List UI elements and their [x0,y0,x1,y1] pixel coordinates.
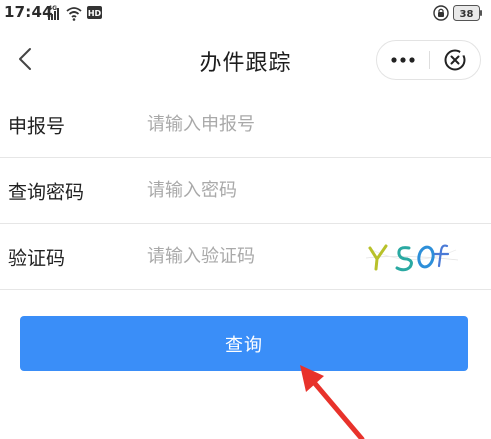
form-row-application-number: 申报号 [0,92,491,158]
captcha-image[interactable] [362,234,462,280]
query-button-label: 查询 [225,334,263,356]
status-right-icons: 38 [433,5,482,21]
hd-icon: HD [87,6,102,19]
query-password-label: 查询密码 [8,181,85,203]
network-type-label: 4G [48,5,57,12]
status-time: 17:44 [4,3,53,21]
status-bar: 17:44 4G HD 38 [0,0,491,26]
nav-bar: 办件跟踪 [0,26,491,92]
captcha-label: 验证码 [8,247,66,269]
query-password-input[interactable] [147,173,347,208]
close-circle-icon [444,49,466,71]
query-button[interactable]: 查询 [20,316,468,371]
mini-program-capsule [376,40,481,80]
close-button[interactable] [430,41,480,79]
signal-wifi-icons: 4G HD [48,5,102,21]
battery-level: 38 [460,9,474,20]
battery-icon: 38 [453,5,482,21]
form-row-captcha: 验证码 [0,224,491,290]
form-row-query-password: 查询密码 [0,158,491,224]
signal-icon: 4G [48,5,59,20]
more-button[interactable] [377,41,429,79]
hd-label: HD [88,9,102,18]
wifi-icon [66,7,82,21]
rotation-lock-icon [433,5,449,21]
application-number-label: 申报号 [8,115,66,137]
more-dots-icon [391,57,415,63]
annotation-arrow-icon [300,365,365,439]
captcha-input[interactable] [147,239,347,274]
application-number-input[interactable] [147,107,347,142]
